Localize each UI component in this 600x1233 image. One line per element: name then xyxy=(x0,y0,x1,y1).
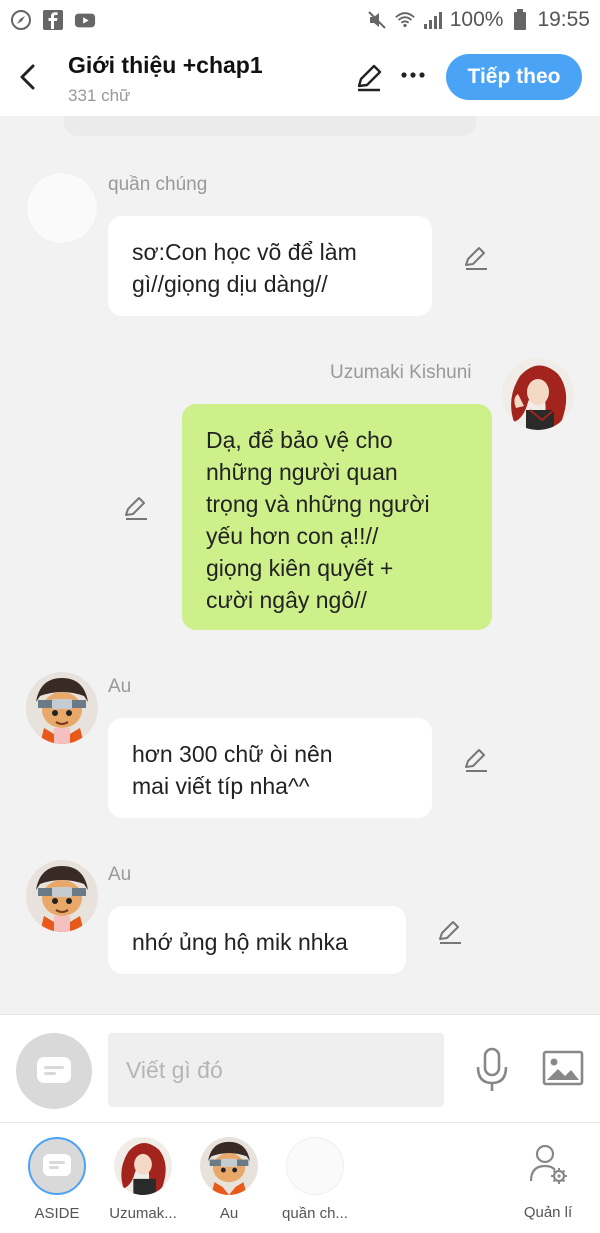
character-quan-chung[interactable]: quần ch... xyxy=(270,1137,360,1222)
quan-chung-avatar xyxy=(286,1137,344,1195)
compass-icon xyxy=(10,9,32,31)
message-bubble[interactable]: hơn 300 chữ òi nên mai viết típ nha^^ xyxy=(108,718,432,818)
uzumaki-avatar-image xyxy=(114,1137,172,1195)
chat-area[interactable]: quần chúng sơ:Con học võ để làm gì//giọn… xyxy=(0,116,600,1014)
chapter-title: Giới thiệu +chap1 xyxy=(68,52,263,78)
character-label: Au xyxy=(219,1205,239,1222)
user-settings-icon xyxy=(529,1144,567,1184)
message-line: yếu hơn con ạ!!// xyxy=(206,523,379,549)
more-icon xyxy=(401,72,425,78)
insert-image-button[interactable] xyxy=(542,1049,584,1089)
edit-message-button[interactable] xyxy=(462,746,490,774)
message-line: nhớ ủng hộ mik nhka xyxy=(132,929,348,955)
message-line: hơn 300 chữ òi nên xyxy=(132,741,333,767)
back-button[interactable] xyxy=(14,60,42,94)
message-line: Dạ, để bảo vệ cho xyxy=(206,427,393,453)
character-aside[interactable]: ASIDE xyxy=(12,1137,102,1222)
message-line: trọng và những người xyxy=(206,491,430,517)
next-button[interactable]: Tiếp theo xyxy=(446,54,582,100)
message-line: gì//giọng dịu dàng// xyxy=(132,271,328,297)
edit-title-button[interactable] xyxy=(354,62,384,92)
pencil-icon xyxy=(357,64,382,92)
aside-toggle-button[interactable] xyxy=(16,1033,92,1109)
message-input[interactable] xyxy=(108,1033,444,1107)
uzumaki-avatar-image xyxy=(502,358,574,430)
avatar-au[interactable] xyxy=(26,672,98,744)
facebook-icon xyxy=(42,9,64,31)
microphone-icon xyxy=(476,1047,508,1091)
pencil-icon xyxy=(465,247,487,270)
character-label: Uzumak... xyxy=(109,1205,177,1222)
pencil-icon xyxy=(125,497,147,520)
microphone-button[interactable] xyxy=(474,1047,510,1093)
image-icon xyxy=(542,1050,584,1086)
clock: 19:55 xyxy=(537,8,590,31)
message-line: mai viết típ nha^^ xyxy=(132,773,310,799)
pencil-icon xyxy=(465,749,487,772)
status-bar: 100% 19:55 xyxy=(0,0,600,40)
battery-icon xyxy=(509,9,531,31)
edit-message-button[interactable] xyxy=(436,918,464,946)
au-avatar-image xyxy=(200,1137,258,1195)
message-line: những người quan xyxy=(206,459,398,485)
au-avatar xyxy=(200,1137,258,1195)
character-au[interactable]: Au xyxy=(184,1137,274,1222)
character-label: quần ch... xyxy=(282,1205,348,1222)
message-composer xyxy=(0,1014,600,1122)
chapter-header: Giới thiệu +chap1 331 chữ Tiếp theo xyxy=(0,40,600,116)
battery-percent: 100% xyxy=(449,8,504,31)
chat-bubble-icon xyxy=(43,1154,71,1176)
wifi-icon xyxy=(394,9,416,31)
message-sender: Uzumaki Kishuni xyxy=(330,362,472,383)
avatar-au[interactable] xyxy=(26,860,98,932)
chat-bubble-icon xyxy=(37,1057,71,1083)
message-bubble[interactable]: nhớ ủng hộ mik nhka xyxy=(108,906,406,974)
message-line: giọng kiên quyết + xyxy=(206,555,394,581)
edit-message-button[interactable] xyxy=(462,244,490,272)
message-line: sơ:Con học võ để làm xyxy=(132,239,357,265)
word-count: 331 chữ xyxy=(68,86,131,105)
message-sender: Au xyxy=(108,676,132,697)
message-line: cười ngây ngô// xyxy=(206,587,367,613)
signal-icon xyxy=(422,9,444,31)
character-label: ASIDE xyxy=(34,1205,80,1222)
manage-characters-button[interactable]: Quản lí xyxy=(506,1143,590,1221)
avatar-quan-chung[interactable] xyxy=(26,172,98,244)
au-avatar-image xyxy=(26,672,98,744)
message-bubble-mine[interactable]: Dạ, để bảo vệ cho những người quan trọng… xyxy=(182,404,492,630)
message-bubble[interactable]: sơ:Con học võ để làm gì//giọng dịu dàng/… xyxy=(108,216,432,316)
aside-avatar xyxy=(28,1137,86,1195)
pencil-icon xyxy=(439,921,461,944)
avatar-uzumaki-kishuni[interactable] xyxy=(502,358,574,430)
message-sender: quần chúng xyxy=(108,174,208,195)
uzumaki-avatar xyxy=(114,1137,172,1195)
youtube-icon xyxy=(74,9,96,31)
au-avatar-image xyxy=(26,860,98,932)
previous-message-bubble xyxy=(64,116,476,136)
character-uzumaki[interactable]: Uzumak... xyxy=(98,1137,188,1222)
character-bar: ASIDE Uzumak... Au quần ch... Quản lí xyxy=(0,1122,600,1233)
edit-message-button[interactable] xyxy=(122,494,150,522)
back-arrow-icon xyxy=(20,64,35,90)
mute-icon xyxy=(366,9,388,31)
more-options-button[interactable] xyxy=(400,62,426,88)
manage-label: Quản lí xyxy=(523,1204,573,1221)
message-sender: Au xyxy=(108,864,132,885)
